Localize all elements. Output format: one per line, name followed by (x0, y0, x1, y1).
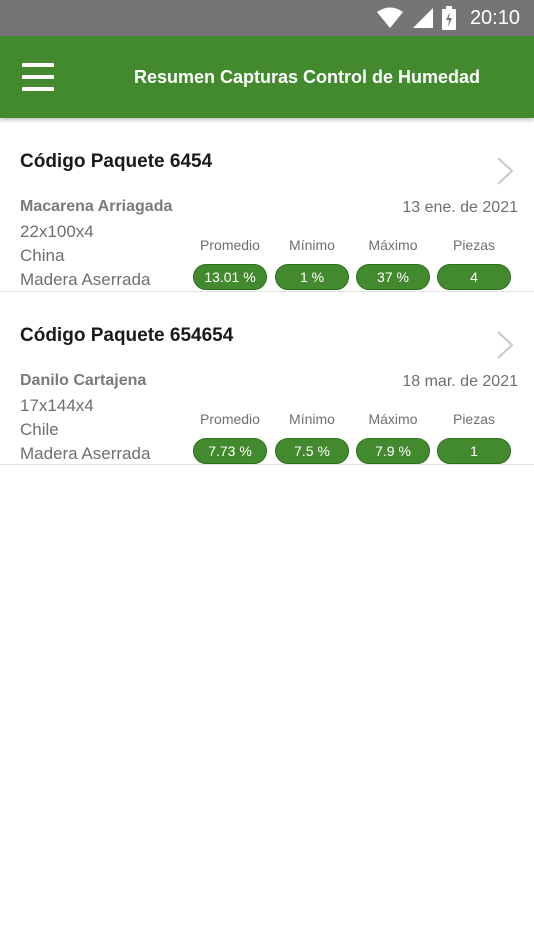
package-owner: Macarena Arriagada (20, 198, 173, 215)
package-dimensions: 22x100x4 (20, 222, 94, 241)
max-label: Máximo (368, 237, 418, 253)
min-label: Mínimo (289, 237, 335, 253)
max-badge: 7.9 % (356, 438, 430, 464)
chevron-right-icon (497, 331, 514, 359)
avg-badge: 13.01 % (193, 264, 267, 290)
max-label: Máximo (368, 411, 418, 427)
package-card[interactable]: Código Paquete 6454 Macarena Arriagada 1… (0, 118, 534, 292)
cell-signal-icon (412, 8, 433, 28)
battery-icon (441, 6, 456, 30)
package-material: Madera Aserrada (20, 270, 151, 289)
pieces-label: Piezas (452, 411, 496, 427)
min-badge: 1 % (275, 264, 349, 290)
package-list: Código Paquete 6454 Macarena Arriagada 1… (0, 118, 534, 465)
menu-icon[interactable] (22, 63, 54, 91)
status-time: 20:10 (469, 6, 520, 29)
status-bar: 20:10 (0, 0, 534, 36)
status-icons: 20:10 (376, 0, 520, 36)
pieces-badge: 1 (437, 438, 511, 464)
package-title: Código Paquete 6454 (20, 151, 213, 172)
wifi-icon (376, 7, 403, 28)
package-date: 13 ene. de 2021 (402, 199, 518, 216)
avg-label: Promedio (200, 411, 260, 427)
package-country: China (20, 246, 65, 265)
package-material: Madera Aserrada (20, 444, 151, 463)
max-badge: 37 % (356, 264, 430, 290)
pieces-label: Piezas (452, 237, 496, 253)
app-bar: Resumen Capturas Control de Humedad (0, 36, 534, 118)
pieces-badge: 4 (437, 264, 511, 290)
min-badge: 7.5 % (275, 438, 349, 464)
package-owner: Danilo Cartajena (20, 372, 147, 389)
avg-badge: 7.73 % (193, 438, 267, 464)
package-dimensions: 17x144x4 (20, 396, 94, 415)
min-label: Mínimo (289, 411, 335, 427)
package-card[interactable]: Código Paquete 654654 Danilo Cartajena 1… (0, 292, 534, 465)
avg-label: Promedio (200, 237, 260, 253)
chevron-right-icon (497, 157, 514, 185)
package-date: 18 mar. de 2021 (402, 373, 518, 390)
page-title: Resumen Capturas Control de Humedad (133, 66, 481, 87)
package-title: Código Paquete 654654 (20, 325, 234, 346)
package-country: Chile (20, 420, 59, 439)
